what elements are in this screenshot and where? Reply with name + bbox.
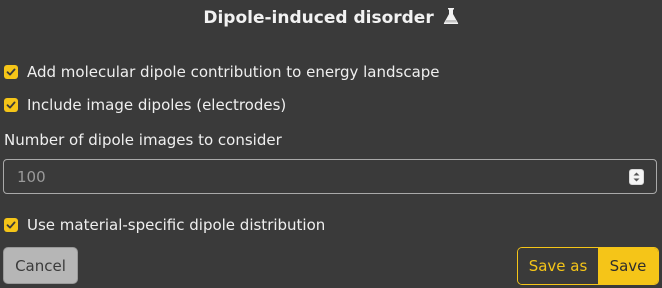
dialog-title: Dipole-induced disorder <box>0 6 662 30</box>
dialog-title-text: Dipole-induced disorder <box>203 8 434 28</box>
material-specific-option[interactable]: Use material-specific dipole distributio… <box>4 214 325 236</box>
molecular-dipole-checkbox[interactable] <box>4 65 18 79</box>
save-as-button[interactable]: Save as <box>518 248 598 284</box>
dipole-images-placeholder[interactable]: 100 <box>4 168 629 186</box>
image-dipoles-label: Include image dipoles (electrodes) <box>27 96 287 114</box>
chevron-up-icon[interactable] <box>633 172 640 176</box>
molecular-dipole-option[interactable]: Add molecular dipole contribution to ene… <box>4 61 440 83</box>
material-specific-checkbox[interactable] <box>4 218 18 232</box>
dipole-images-label: Number of dipole images to consider <box>4 131 282 149</box>
chevron-down-icon[interactable] <box>633 178 640 182</box>
material-specific-label: Use material-specific dipole distributio… <box>27 216 326 234</box>
cancel-button[interactable]: Cancel <box>3 247 78 284</box>
dipole-disorder-dialog: Dipole-induced disorder Add molecular di… <box>0 0 662 288</box>
dipole-images-input[interactable]: 100 <box>3 159 657 194</box>
checkmark-icon <box>6 101 16 109</box>
flask-icon <box>443 7 459 32</box>
save-button-group: Save as Save <box>517 247 659 285</box>
save-button[interactable]: Save <box>598 248 658 284</box>
image-dipoles-checkbox[interactable] <box>4 98 18 112</box>
image-dipoles-option[interactable]: Include image dipoles (electrodes) <box>4 94 286 116</box>
molecular-dipole-label: Add molecular dipole contribution to ene… <box>27 63 440 81</box>
number-spinner[interactable] <box>629 168 644 185</box>
checkmark-icon <box>6 221 16 229</box>
checkmark-icon <box>6 68 16 76</box>
